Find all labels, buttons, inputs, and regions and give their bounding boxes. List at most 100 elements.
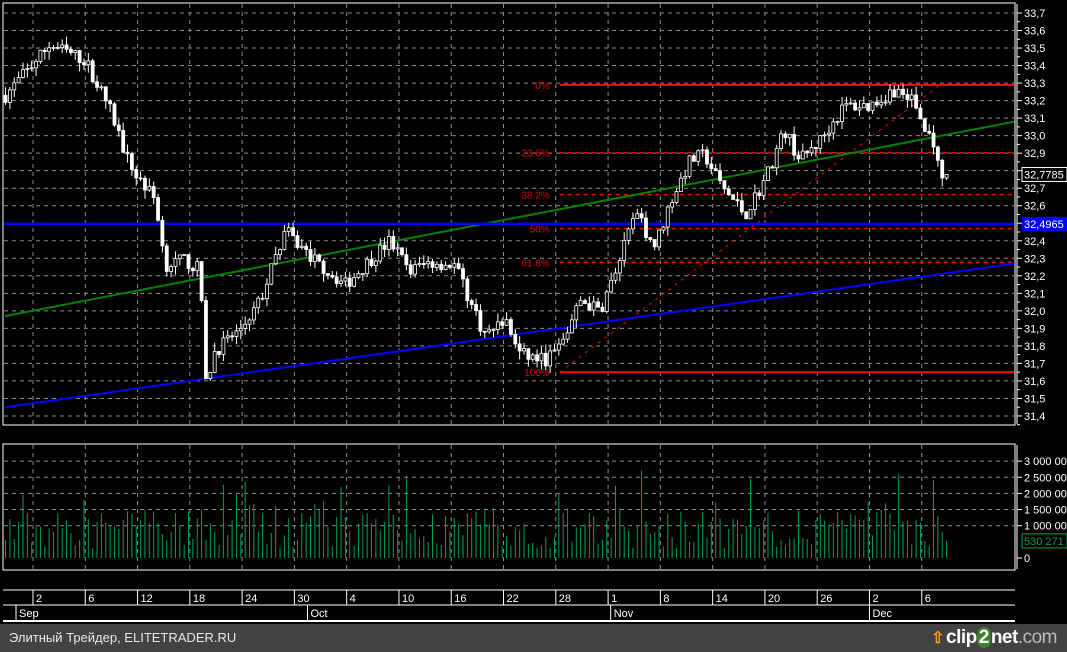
candle-body	[95, 81, 99, 88]
candle-body	[635, 213, 640, 219]
candle-body	[55, 47, 60, 49]
candle-body	[874, 101, 879, 106]
candle-body	[38, 49, 43, 62]
candle-body	[552, 349, 557, 352]
candle-body	[208, 372, 213, 379]
clip2net-logo[interactable]: ⇧ clip 2 net.com	[931, 627, 1058, 649]
candle-body	[230, 335, 234, 338]
candle-body	[151, 186, 156, 198]
candle-body	[177, 254, 182, 260]
month-label: Oct	[310, 608, 327, 620]
candle-body	[312, 254, 317, 262]
candle-body	[482, 330, 487, 333]
price-tick-label: 33,2	[1024, 96, 1045, 108]
candle-body	[212, 351, 217, 373]
candle-body	[82, 62, 86, 66]
candle-body	[705, 149, 709, 165]
day-label: 14	[716, 593, 728, 605]
candle-body	[164, 245, 169, 272]
candle-body	[129, 153, 134, 170]
candle-body	[426, 261, 431, 265]
candle-body	[69, 48, 73, 54]
candle-body	[291, 227, 295, 236]
candle-body	[347, 277, 352, 287]
candle-body	[783, 133, 788, 139]
price-tick-label: 31,5	[1024, 393, 1045, 405]
candle-body	[221, 337, 226, 355]
candle-body	[648, 237, 653, 240]
candle-body	[234, 330, 239, 337]
price-tick-label: 32,6	[1024, 201, 1045, 213]
candle-body	[940, 159, 945, 179]
candle-body	[247, 319, 252, 325]
candle-body	[217, 351, 221, 355]
candle-body	[570, 319, 574, 334]
price-tick-label: 33,0	[1024, 131, 1045, 143]
candle-body	[914, 94, 918, 109]
footer-bar: Элитный Трейдер, ELITETRADER.RU ⇧ clip 2 ne…	[0, 624, 1067, 652]
candle-body	[574, 305, 579, 321]
candle-body	[657, 229, 661, 248]
day-label: 16	[454, 593, 466, 605]
candle-body	[652, 239, 657, 248]
day-label: 4	[350, 593, 356, 605]
candle-body	[770, 166, 775, 169]
candle-body	[99, 86, 104, 89]
candle-body	[922, 118, 927, 132]
candle-body	[792, 133, 797, 156]
candle-body	[491, 329, 496, 331]
day-label: 24	[245, 593, 257, 605]
candle-body	[683, 176, 688, 179]
candle-body	[661, 226, 666, 231]
candle-body	[848, 102, 853, 105]
candle-body	[108, 100, 113, 105]
candle-body	[748, 208, 753, 220]
candle-body	[421, 263, 426, 265]
candle-body	[905, 94, 910, 100]
candle-body	[495, 321, 500, 330]
price-chart[interactable]: 0%23.6%38.2%50%61.8%100% 33,733,633,533,…	[0, 0, 1067, 624]
candle-body	[735, 199, 740, 202]
candle-body	[596, 301, 600, 308]
candle-body	[500, 321, 505, 326]
candle-body	[478, 310, 483, 332]
candle-body	[796, 154, 801, 160]
price-tick-label: 32,7	[1024, 183, 1045, 195]
candle-body	[935, 146, 940, 161]
candle-body	[883, 101, 888, 104]
candle-body	[931, 132, 936, 148]
candle-body	[670, 202, 675, 208]
candle-body	[722, 180, 727, 190]
candle-body	[373, 260, 378, 266]
candle-body	[613, 272, 618, 281]
day-label: 2	[872, 593, 878, 605]
candle-body	[42, 49, 47, 53]
candle-body	[190, 268, 195, 272]
candle-body	[448, 264, 452, 268]
candle-body	[744, 211, 749, 220]
volume-tick-label: 2 000 000	[1024, 488, 1067, 500]
candle-body	[269, 263, 274, 285]
candle-body	[517, 343, 522, 352]
candle-body	[840, 104, 844, 122]
candle-body	[713, 168, 718, 172]
candle-body	[138, 177, 143, 180]
candle-body	[609, 279, 614, 293]
candle-body	[944, 174, 949, 179]
candle-body	[77, 50, 82, 64]
day-label: 6	[88, 593, 94, 605]
logo-two: 2	[976, 627, 991, 648]
candle-body	[147, 186, 152, 191]
fib-level-label: 23.6%	[521, 149, 549, 160]
candle-body	[400, 247, 404, 256]
candle-body	[591, 301, 596, 311]
candle-body	[330, 274, 335, 278]
candle-body	[21, 69, 25, 78]
candle-body	[522, 348, 526, 352]
candle-body	[456, 263, 461, 270]
candle-body	[857, 107, 862, 111]
logo-net: net	[990, 627, 1019, 648]
candle-body	[700, 149, 705, 152]
month-label: Sep	[19, 608, 39, 620]
candle-body	[408, 264, 413, 275]
